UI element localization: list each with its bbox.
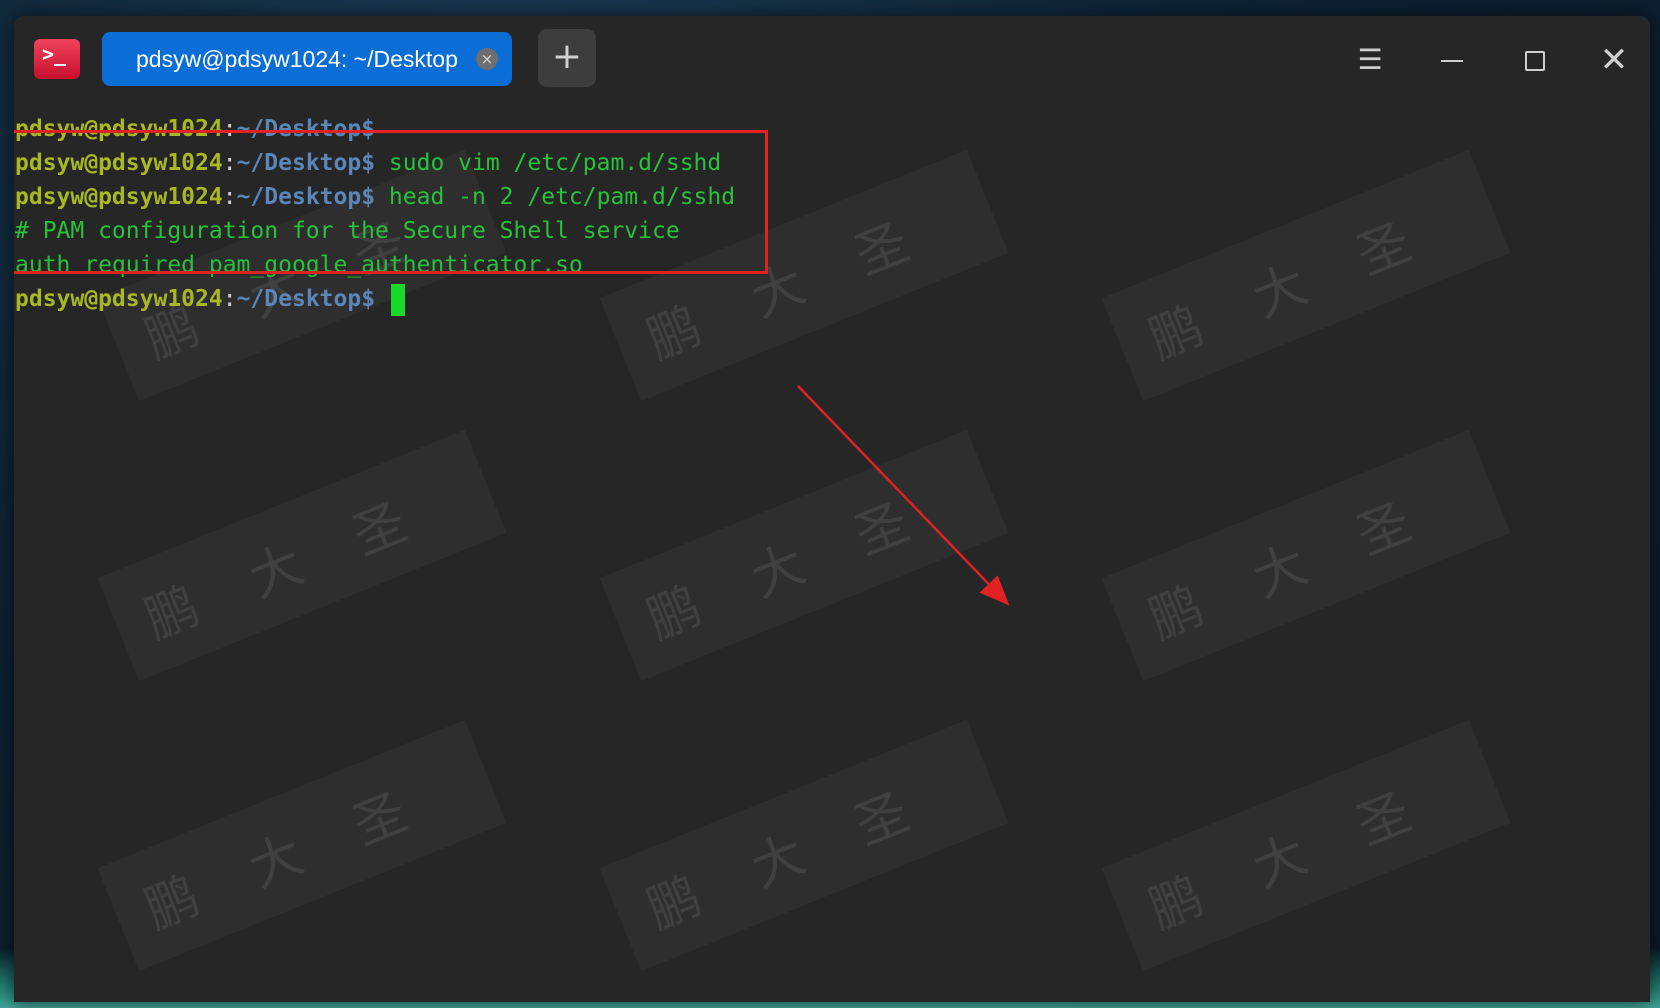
maximize-icon[interactable]: [1514, 40, 1554, 80]
minimize-icon[interactable]: [1432, 40, 1472, 80]
prompt-separator: :: [222, 286, 237, 312]
watermark: 鹏大圣: [1101, 149, 1511, 402]
close-icon[interactable]: ✕: [1594, 40, 1634, 80]
watermark: 鹏大圣: [1101, 719, 1511, 972]
terminal-app-icon[interactable]: >_: [34, 39, 80, 79]
watermark: 鹏大圣: [599, 429, 1009, 682]
terminal-line: pdsyw@pdsyw1024:~/Desktop$: [15, 282, 405, 316]
title-bar: >_ pdsyw@pdsyw1024: ~/Desktop × + ☰ ✕: [14, 16, 1650, 100]
menu-icon[interactable]: ☰: [1350, 40, 1390, 80]
annotation-highlight-box: [14, 130, 768, 274]
new-tab-button[interactable]: +: [538, 29, 596, 87]
watermark: 鹏大圣: [599, 719, 1009, 972]
command-text: [375, 286, 389, 312]
text-cursor: [390, 283, 405, 316]
terminal-area[interactable]: 鹏大圣 鹏大圣 鹏大圣 鹏大圣 鹏大圣 鹏大圣 鹏大圣 鹏大圣 鹏大圣 pdsy…: [14, 100, 1650, 1002]
prompt-path: ~/Desktop$: [236, 286, 376, 312]
terminal-prompt-icon: >_: [42, 42, 67, 66]
tab-desktop[interactable]: pdsyw@pdsyw1024: ~/Desktop ×: [102, 32, 512, 86]
watermark: 鹏大圣: [97, 429, 507, 682]
watermark: 鹏大圣: [1101, 429, 1511, 682]
prompt-user-host: pdsyw@pdsyw1024: [15, 286, 223, 312]
tab-close-icon[interactable]: ×: [476, 48, 498, 70]
terminal-window: >_ pdsyw@pdsyw1024: ~/Desktop × + ☰ ✕ 鹏大…: [14, 16, 1650, 1002]
tab-title: pdsyw@pdsyw1024: ~/Desktop: [136, 46, 458, 72]
watermark: 鹏大圣: [97, 719, 507, 972]
